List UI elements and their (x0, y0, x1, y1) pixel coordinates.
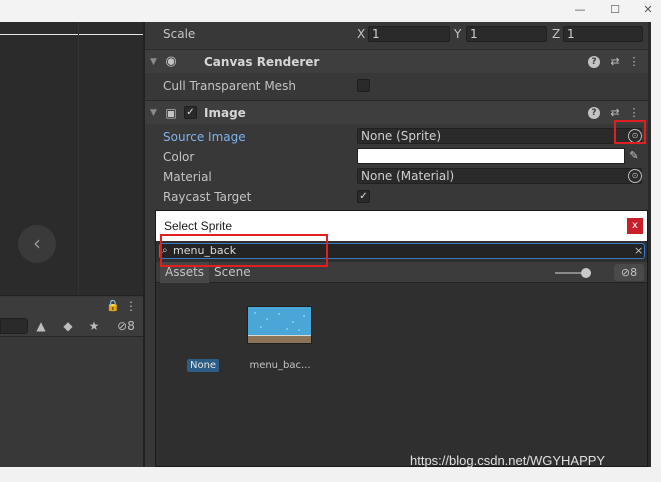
window-bottom-strip (0, 467, 661, 482)
highlight-box (614, 120, 646, 144)
preset-icon[interactable]: ⇄ (608, 106, 622, 120)
filter-by-type-icon[interactable]: ▲ (33, 318, 49, 334)
thumbnail-size-slider-handle[interactable] (581, 268, 591, 278)
color-field[interactable] (357, 148, 625, 164)
eyedropper-icon[interactable]: ✎ (627, 149, 641, 163)
image-component-title: Image (204, 106, 246, 120)
maximize-button[interactable]: ☐ (605, 2, 625, 18)
scale-x-axis-label[interactable]: X (357, 26, 365, 42)
scale-y-field[interactable]: 1 (466, 26, 547, 42)
image-component-icon: ▣ (165, 106, 177, 120)
scene-view[interactable]: ‹ (0, 22, 143, 295)
scale-z-field[interactable]: 1 (563, 26, 643, 42)
cull-transparent-mesh-label: Cull Transparent Mesh (163, 79, 296, 93)
lock-icon[interactable]: 🔒 (105, 298, 121, 314)
more-options-icon[interactable]: ⋮ (627, 106, 641, 120)
scale-label: Scale (163, 27, 196, 41)
help-icon[interactable]: ? (588, 56, 600, 68)
minimize-button[interactable]: — (570, 2, 590, 18)
scale-x-field[interactable]: 1 (368, 26, 450, 42)
foldout-arrow-icon[interactable]: ▼ (150, 101, 162, 125)
color-label: Color (163, 150, 195, 164)
eye-hidden-icon: ⊘ (117, 319, 128, 333)
project-search-input[interactable] (0, 318, 28, 334)
scene-grid-line (78, 22, 79, 295)
close-icon[interactable]: x (627, 218, 643, 234)
canvas-renderer-title: Canvas Renderer (204, 55, 320, 69)
close-window-button[interactable]: ✕ (638, 2, 658, 18)
window-title-bar: — ☐ ✕ (0, 0, 661, 22)
hidden-items-count: 8 (630, 266, 638, 279)
sprite-item-label[interactable]: menu_bac... (240, 359, 320, 372)
eye-hidden-icon: ⊘ (620, 266, 631, 279)
image-component-header[interactable]: ▼ ▣ ✓ Image ? ⇄ ⋮ (145, 100, 648, 124)
sprite-item-none[interactable]: None (187, 359, 220, 372)
project-panel-toolbar: 🔒 ⋮ (0, 297, 143, 315)
cull-transparent-mesh-checkbox[interactable] (357, 79, 370, 92)
raycast-target-checkbox[interactable]: ✓ (357, 190, 370, 203)
menu-icon[interactable]: ⋮ (123, 298, 139, 314)
image-enabled-checkbox[interactable]: ✓ (184, 106, 197, 119)
thumbnail-ground (248, 336, 311, 343)
object-picker-icon[interactable]: ⊙ (628, 169, 642, 183)
hidden-count: 8 (127, 319, 135, 333)
material-field[interactable]: None (Material) (357, 168, 642, 184)
clear-search-icon[interactable]: × (634, 244, 643, 258)
scene-nav-prev-button[interactable]: ‹ (18, 225, 56, 263)
chevron-left-icon: ‹ (33, 231, 41, 255)
sprite-thumbnail-menu-back[interactable] (247, 306, 312, 344)
preset-icon[interactable]: ⇄ (608, 55, 622, 69)
window-right-border (648, 22, 651, 467)
scale-z-axis-label[interactable]: Z (552, 26, 560, 42)
source-image-field[interactable]: None (Sprite) (357, 128, 642, 144)
foldout-arrow-icon[interactable]: ▼ (150, 50, 162, 74)
filter-by-label-icon[interactable]: ◆ (60, 318, 76, 334)
canvas-renderer-header[interactable]: ▼ ◉ Canvas Renderer ? ⇄ ⋮ (145, 49, 648, 73)
project-search-row: ▲ ◆ ★ ⊘8 (0, 315, 143, 337)
highlight-box (160, 234, 328, 267)
hidden-items-toggle[interactable]: ⊘8 (614, 264, 644, 281)
raycast-target-label: Raycast Target (163, 190, 252, 204)
scale-y-axis-label[interactable]: Y (454, 26, 461, 42)
source-image-label: Source Image (163, 130, 246, 144)
more-options-icon[interactable]: ⋮ (627, 55, 641, 69)
help-icon[interactable]: ? (588, 107, 600, 119)
favorites-star-icon[interactable]: ★ (86, 318, 102, 334)
material-label: Material (163, 170, 212, 184)
watermark-text: https://blog.csdn.net/WGYHAPPY (410, 453, 606, 468)
project-panel: 🔒 ⋮ ▲ ◆ ★ ⊘8 (0, 295, 143, 467)
scene-horizon-line (0, 34, 143, 35)
hidden-count-button[interactable]: ⊘8 (112, 318, 140, 334)
eye-icon: ◉ (165, 54, 177, 69)
